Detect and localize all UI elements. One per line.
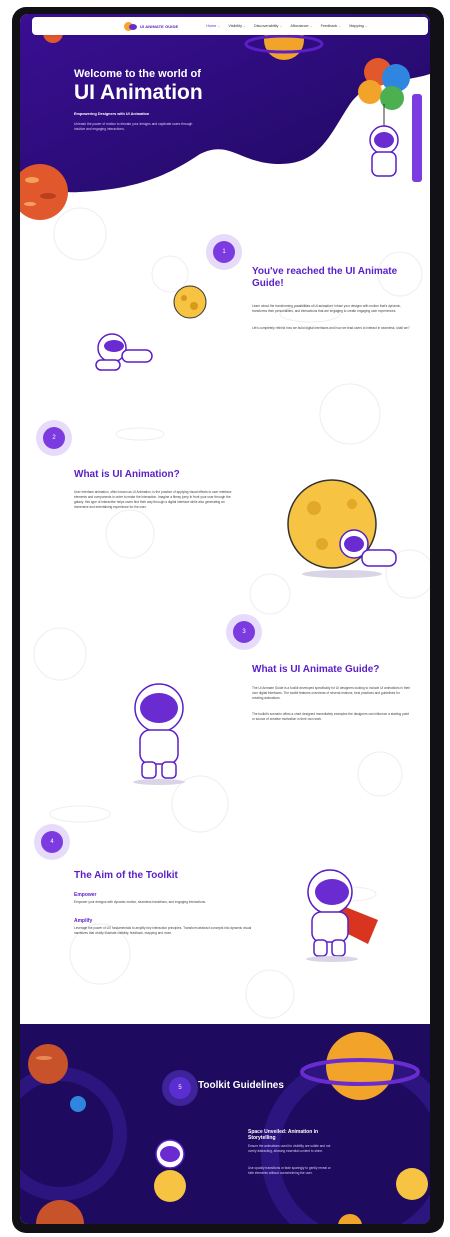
nav-item-mapping[interactable]: Mapping ⌄ (349, 24, 368, 28)
section-2-badge: 2 (36, 420, 72, 456)
guidelines-card-paragraph-1: Ensure the animations used for visibilit… (248, 1144, 331, 1153)
aim-empower-heading: Empower (74, 892, 97, 898)
guidelines-card-heading: Space Unveiled: Animation in Storytellin… (248, 1129, 319, 1141)
section-4-badge: 4 (34, 824, 70, 860)
section-1-title: You've reached the UI Animate Guide! (252, 266, 398, 289)
chevron-down-icon: ⌄ (279, 24, 283, 28)
nav-item-discoverability[interactable]: Discoverability ⌄ (254, 24, 282, 28)
aim-amplify-heading: Amplify (74, 918, 93, 924)
section-3-title: What is UI Animate Guide? (252, 664, 380, 675)
planet-red-icon (20, 164, 68, 220)
logo-planet-icon (124, 21, 137, 32)
nav-menu: Home ⌄ Visibility ⌄ Discoverability ⌄ Affor… (206, 24, 367, 28)
astronaut-hero-icon (306, 869, 378, 962)
chevron-down-icon: ⌄ (217, 24, 221, 28)
section-1-paragraph-1: Learn about the transforming possibiliti… (252, 304, 401, 313)
page-screen: Welcome to the world of UI Animation Emp… (20, 14, 430, 1224)
chevron-down-icon: ⌄ (364, 24, 368, 28)
nav-item-home[interactable]: Home ⌄ (206, 24, 220, 28)
hero-title-large: UI Animation (74, 81, 203, 104)
logo[interactable]: UI ANIMATE GUIDE (124, 21, 178, 32)
section-5-badge: 5 (162, 1070, 198, 1106)
moon-yellow-icon (173, 285, 207, 319)
section-2-title: What is UI Animation? (74, 469, 180, 480)
section-2-paragraph-1: User interface animation, often known as… (74, 490, 232, 509)
nav-item-visibility[interactable]: Visibility ⌄ (228, 24, 246, 28)
hero-title-small: Welcome to the world of (74, 68, 201, 80)
aim-amplify-text: Leverage the power of UX fundamentals to… (74, 926, 252, 935)
section-1-paragraph-2: Let's completely rethink how we build di… (252, 326, 410, 330)
guidelines-card-paragraph-2: Use opacity transitions or fade sparingl… (248, 1166, 331, 1175)
footer-decoration (20, 1032, 430, 1224)
nav-item-feedback[interactable]: Feedback ⌄ (321, 24, 342, 28)
chevron-down-icon: ⌄ (338, 24, 342, 28)
chevron-down-icon: ⌄ (309, 24, 313, 28)
aim-empower-text: Empower your designs with dynamic motion… (74, 900, 206, 904)
chevron-down-icon: ⌄ (243, 24, 246, 28)
astronaut-flying-icon (95, 333, 153, 371)
nav-item-affordance[interactable]: Affordance ⌄ (290, 24, 312, 28)
section-3-paragraph-2: The toolkit's scenario offers a chart de… (252, 712, 409, 721)
guidelines-title: Toolkit Guidelines (198, 1080, 284, 1091)
logo-text: UI ANIMATE GUIDE (140, 23, 179, 29)
section-3-paragraph-1: The UI Animate Guide is a toolkit develo… (252, 686, 411, 700)
hero-section: Welcome to the world of UI Animation Emp… (20, 14, 430, 220)
top-navigation: UI ANIMATE GUIDE Home ⌄ Visibility ⌄ Disco… (32, 17, 428, 35)
section-4-title: The Aim of the Toolkit (74, 870, 178, 881)
astronaut-balloons-icon (358, 58, 422, 182)
guidelines-section: 5 Toolkit Guidelines Space Unveiled: Ani… (20, 1024, 430, 1224)
moon-astronaut-icon (287, 479, 397, 578)
hero-subtitle: Empowering Designers with UI Animation (74, 112, 150, 116)
astronaut-thinking-icon (133, 683, 185, 785)
section-3-badge: 3 (226, 614, 262, 650)
section-1-badge: 1 (206, 234, 242, 270)
hero-description: Unleash the power of motion to elevate y… (74, 122, 193, 131)
